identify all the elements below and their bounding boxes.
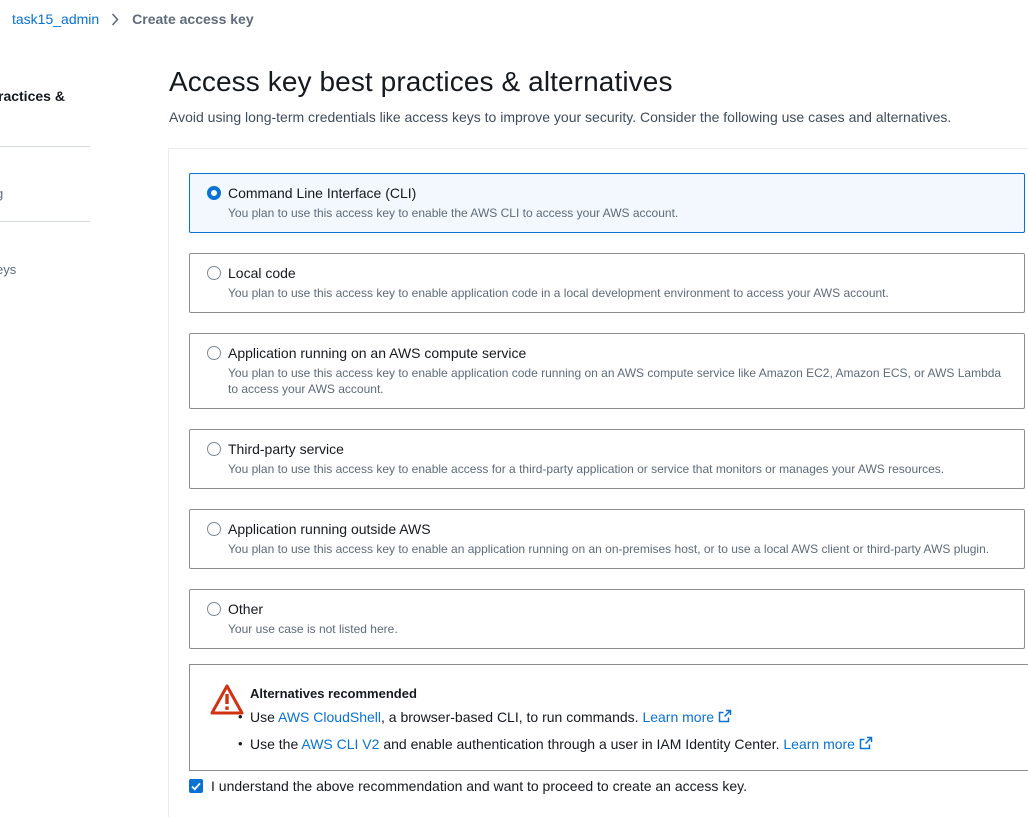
radio-button[interactable] [207, 522, 221, 536]
learn-more-label: Learn more [642, 709, 715, 725]
option-description: Your use case is not listed here. [228, 622, 398, 636]
option-title: Other [228, 601, 264, 617]
learn-more-link-cli[interactable]: Learn more [783, 736, 873, 752]
option-title: Third-party service [228, 441, 344, 457]
option-description: You plan to use this access key to enabl… [228, 462, 945, 476]
alert-list: Use AWS CloudShell, a browser-based CLI,… [238, 707, 873, 761]
option-description: You plan to use this access key to enabl… [228, 366, 1002, 396]
radio-button[interactable] [207, 266, 221, 280]
option-other[interactable]: Other Your use case is not listed here. [189, 589, 1025, 649]
radio-button[interactable] [207, 602, 221, 616]
learn-more-label: Learn more [783, 736, 855, 752]
breadcrumb-current: Create access key [132, 11, 254, 27]
option-title: Application running outside AWS [228, 521, 431, 537]
page-title: Access key best practices & alternatives [169, 66, 673, 97]
option-description: You plan to use this access key to enabl… [228, 286, 889, 300]
acknowledge-label[interactable]: I understand the above recommendation an… [211, 778, 747, 794]
option-title: Local code [228, 265, 296, 281]
option-title: Application running on an AWS compute se… [228, 345, 527, 361]
alert-item-cli-v2: Use the AWS CLI V2 and enable authentica… [238, 734, 873, 761]
cloudshell-link[interactable]: AWS CloudShell [278, 709, 381, 725]
alert-text: Use the [250, 736, 302, 752]
acknowledge-row: I understand the above recommendation an… [189, 777, 747, 795]
option-aws-compute[interactable]: Application running on an AWS compute se… [189, 333, 1025, 409]
alert-text: and enable authentication through a user… [379, 736, 784, 752]
option-cli[interactable]: Command Line Interface (CLI) You plan to… [189, 173, 1025, 233]
alternatives-alert: Alternatives recommended Use AWS CloudSh… [189, 664, 1028, 771]
alert-text: Use [250, 709, 279, 725]
option-title: Command Line Interface (CLI) [228, 185, 417, 201]
radio-button[interactable] [207, 346, 221, 360]
wizard-step-1[interactable]: ractices & [0, 88, 65, 104]
option-third-party[interactable]: Third-party service You plan to use this… [189, 429, 1025, 489]
option-local-code[interactable]: Local code You plan to use this access k… [189, 253, 1025, 313]
learn-more-link-cloudshell[interactable]: Learn more [642, 709, 732, 725]
option-description: You plan to use this access key to enabl… [228, 542, 990, 556]
chevron-right-icon [109, 12, 121, 26]
acknowledge-checkbox[interactable] [189, 779, 203, 793]
external-link-icon [859, 735, 873, 750]
step-divider [0, 221, 90, 222]
page-description: Avoid using long-term credentials like a… [169, 109, 952, 125]
radio-button[interactable] [207, 442, 221, 456]
cli-v2-link[interactable]: AWS CLI V2 [301, 736, 379, 752]
breadcrumb-link-user[interactable]: task15_admin [12, 11, 99, 27]
external-link-icon [718, 708, 732, 723]
alert-item-cloudshell: Use AWS CloudShell, a browser-based CLI,… [238, 707, 873, 734]
alert-title: Alternatives recommended [250, 686, 417, 701]
wizard-step-2: g [0, 186, 3, 201]
wizard-step-3: eys [0, 262, 17, 277]
alert-text: , a browser-based CLI, to run commands. [381, 709, 643, 725]
radio-button-selected[interactable] [207, 186, 221, 200]
option-outside-aws[interactable]: Application running outside AWS You plan… [189, 509, 1025, 569]
checkmark-icon [191, 782, 201, 791]
option-description: You plan to use this access key to enabl… [228, 206, 679, 220]
step-divider [0, 146, 90, 147]
breadcrumb: task15_admin Create access key [12, 9, 254, 29]
